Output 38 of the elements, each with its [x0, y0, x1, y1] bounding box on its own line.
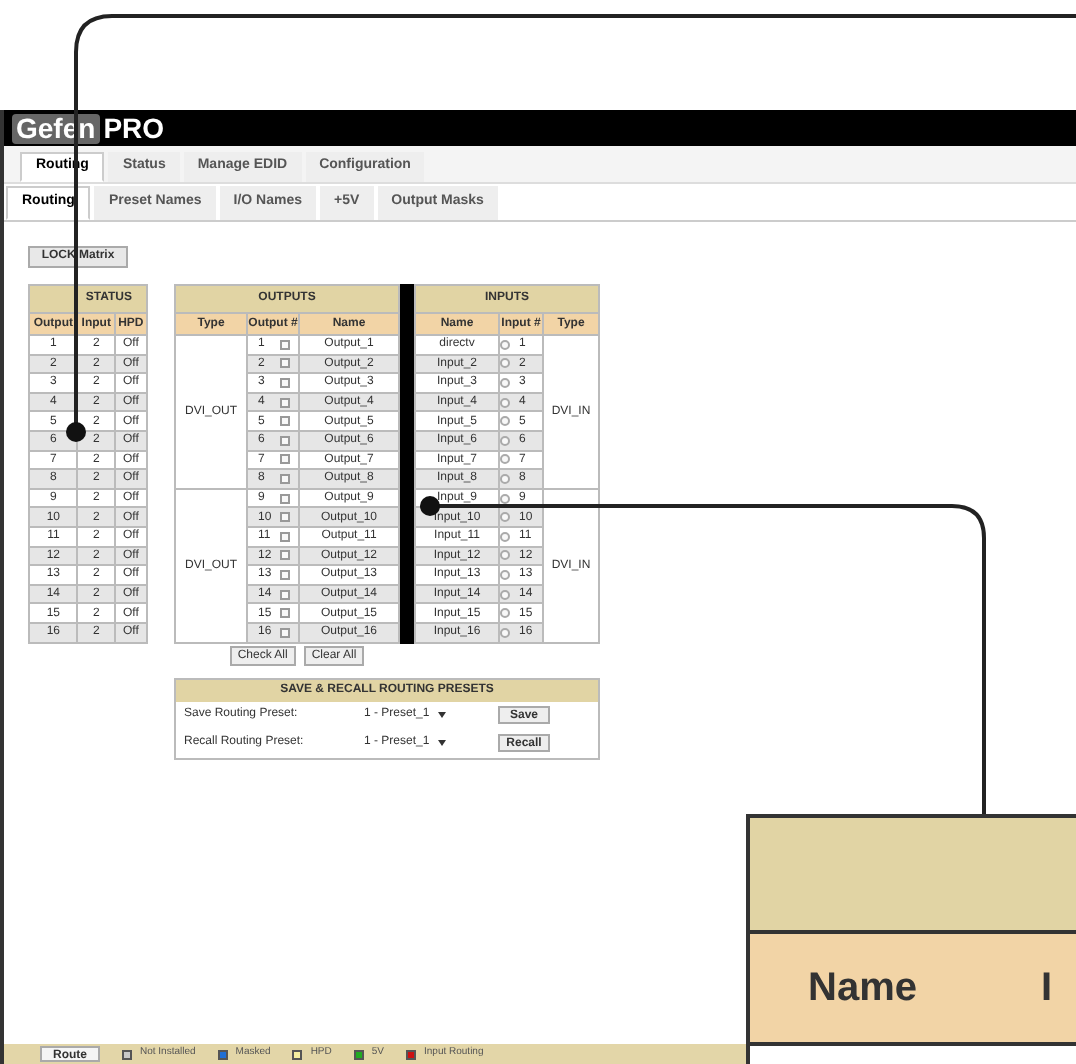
checkbox[interactable]	[279, 435, 289, 446]
radio-button[interactable]	[500, 569, 510, 580]
column-header: I	[1040, 964, 1053, 1014]
radio-button[interactable]	[500, 416, 510, 427]
checkbox[interactable]	[279, 416, 289, 427]
checkbox[interactable]	[279, 550, 289, 561]
radio-button[interactable]	[500, 627, 510, 638]
radio-button[interactable]	[500, 339, 510, 350]
checkbox[interactable]	[279, 397, 289, 408]
checkbox[interactable]	[279, 608, 289, 619]
checkbox[interactable]	[279, 339, 289, 350]
checkbox[interactable]	[279, 589, 289, 600]
checkbox[interactable]	[279, 493, 289, 504]
radio-button[interactable]	[500, 473, 510, 484]
caret-icon	[437, 740, 446, 746]
checkbox[interactable]	[279, 627, 289, 638]
checkbox[interactable]	[279, 473, 289, 484]
radio-button[interactable]	[500, 454, 510, 465]
checkbox[interactable]	[279, 531, 289, 542]
radio-button[interactable]	[500, 493, 510, 504]
checkbox[interactable]	[279, 377, 289, 388]
radio-button[interactable]	[500, 358, 510, 369]
radio-button[interactable]	[500, 397, 510, 408]
logo-text: Gefen	[12, 113, 100, 143]
column-header: Name	[808, 964, 917, 1014]
checkbox[interactable]	[279, 512, 289, 523]
checkbox[interactable]	[279, 454, 289, 465]
caret-icon	[437, 712, 446, 718]
checkbox[interactable]	[279, 358, 289, 369]
logo-text: PRO	[103, 113, 165, 143]
radio-button[interactable]	[500, 512, 510, 523]
radio-button[interactable]	[500, 531, 510, 542]
radio-button[interactable]	[500, 435, 510, 446]
radio-button[interactable]	[500, 377, 510, 388]
radio-button[interactable]	[500, 589, 510, 600]
checkbox[interactable]	[279, 569, 289, 580]
radio-button[interactable]	[500, 608, 510, 619]
radio-button[interactable]	[500, 550, 510, 561]
